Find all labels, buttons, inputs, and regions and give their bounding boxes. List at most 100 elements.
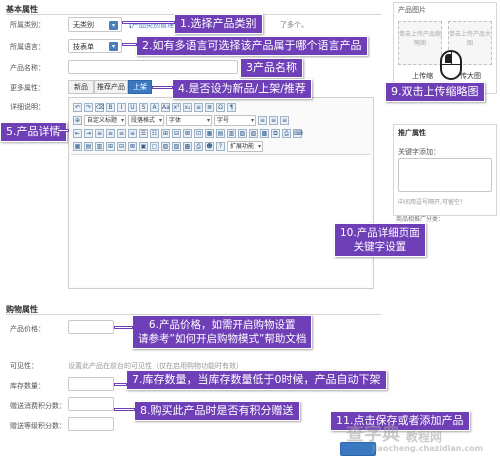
callout-connector: [115, 384, 126, 385]
toolbar-icon[interactable]: ?: [216, 141, 225, 151]
custom-heading-select[interactable]: 自定义标题: [84, 114, 127, 126]
editor-content-area[interactable]: [71, 154, 371, 286]
toolbar-icon[interactable]: ⧉: [271, 128, 280, 138]
paragraph-format-select[interactable]: 段落格式: [128, 114, 165, 126]
toolbar-icon[interactable]: ⎙: [194, 141, 203, 151]
watermark-subtitle: 教程网: [406, 430, 443, 444]
toolbar-icon[interactable]: ☷: [150, 128, 159, 138]
callout-5: 5.产品详情: [0, 122, 67, 142]
toolbar-icon[interactable]: ≡: [106, 128, 115, 138]
toolbar-icon[interactable]: ≡: [117, 128, 126, 138]
callout-6: 6.产品价格，如需开启购物设置 请参考”如何开启购物模式”帮助文档: [132, 315, 313, 349]
language-select-value: 技表单: [73, 43, 94, 51]
toolbar-icon[interactable]: ≣: [205, 102, 214, 112]
more-attrs-label: 更多属性：: [10, 84, 45, 92]
toolbar-icon[interactable]: ≡: [194, 102, 203, 112]
toolbar-icon[interactable]: I: [117, 102, 126, 112]
toolbar-icon[interactable]: ¶: [227, 102, 236, 112]
toolbar-icon[interactable]: ⊟: [117, 141, 126, 151]
exp-points-label: 赠送等级积分数：: [10, 422, 66, 430]
insert-icon[interactable]: ⊕: [73, 115, 82, 125]
toolbar-icon[interactable]: ⇤: [73, 128, 82, 138]
toolbar-icon[interactable]: Aa: [161, 102, 170, 112]
toolbar-icon[interactable]: ▣: [139, 141, 148, 151]
toolbar-icon[interactable]: ⊟: [172, 128, 181, 138]
toolbar-icon[interactable]: ⇥: [84, 128, 93, 138]
toolbar-icon[interactable]: ⊠: [128, 141, 137, 151]
tag-onshelf-button[interactable]: 上架: [128, 80, 152, 94]
align-left-icon[interactable]: ≡: [258, 115, 268, 125]
toolbar-icon[interactable]: ⎙: [282, 128, 291, 138]
rich-text-editor[interactable]: ↶↷⌫BIUSAAax²x₂≡≣Ω¶ ⊕ 自定义标题 段落格式 字体 字号 ≡ …: [68, 97, 374, 289]
toolbar-icon[interactable]: ⊡: [194, 128, 203, 138]
toolbar-icon[interactable]: ⊞: [106, 141, 115, 151]
product-image-panel: 产品图片 单击上传产品缩略图 单击上传产品大图 上传缩 传大图: [393, 2, 497, 94]
keyword-hint: 中间用逗号隔开,可留空！: [398, 199, 466, 206]
detail-label: 详细说明：: [10, 103, 45, 111]
toolbar-icon[interactable]: ⊠: [183, 128, 192, 138]
exp-points-input[interactable]: [68, 417, 114, 431]
callout-connector: [123, 44, 136, 45]
toolbar-icon[interactable]: ▤: [84, 141, 93, 151]
toolbar-icon[interactable]: ▧: [161, 141, 170, 151]
product-name-input[interactable]: [68, 60, 238, 74]
thumbnail-upload-box[interactable]: 单击上传产品缩略图: [398, 21, 442, 65]
category-select-value: 无类别: [73, 21, 94, 29]
keyword-label: 关键字添加：: [398, 148, 440, 156]
chevron-down-icon: ▾: [109, 42, 118, 51]
promotion-title: 推广属性: [398, 129, 426, 137]
category-select[interactable]: 无类别 ▾: [68, 17, 122, 32]
callout-2: 2.如有多语言可选择该产品属于哪个语言产品: [136, 36, 368, 56]
editor-toolbar-row-4: ▦ ▤ ▥ ⊞ ⊟ ⊠ ▣ ▢ ▧ ▨ ▩ ⎙ ☻? 扩展功能: [73, 140, 264, 152]
keyword-textarea[interactable]: [398, 158, 492, 192]
toolbar-icon[interactable]: ⊞: [161, 128, 170, 138]
toolbar-icon[interactable]: ⌨: [293, 128, 303, 138]
stock-label: 库存数量：: [10, 382, 45, 390]
toolbar-icon[interactable]: x²: [172, 102, 181, 112]
align-center-icon[interactable]: ≡: [269, 115, 279, 125]
upload-thumbnail-button[interactable]: 上传缩: [412, 71, 433, 81]
toolbar-icon[interactable]: ☰: [139, 128, 148, 138]
align-right-icon[interactable]: ≡: [280, 115, 290, 125]
toolbar-icon[interactable]: ☻: [205, 141, 214, 151]
toolbar-icon[interactable]: x₂: [183, 102, 192, 112]
toolbar-icon[interactable]: ▥: [227, 128, 236, 138]
toolbar-icon[interactable]: ▩: [183, 141, 192, 151]
tag-recommend-button[interactable]: 推荐产品: [94, 80, 128, 94]
toolbar-icon[interactable]: B: [106, 102, 115, 112]
language-select[interactable]: 技表单 ▾: [68, 39, 122, 53]
callout-3: 3产品名称: [240, 58, 303, 78]
extensions-select[interactable]: 扩展功能: [227, 140, 264, 152]
toolbar-icon[interactable]: U: [128, 102, 137, 112]
toolbar-icon[interactable]: ▥: [95, 141, 104, 151]
product-name-label: 产品名称：: [10, 64, 45, 72]
font-size-select[interactable]: 字号: [214, 114, 257, 126]
callout-connector: [123, 22, 174, 23]
toolbar-icon[interactable]: ⌫: [95, 102, 104, 112]
toolbar-icon[interactable]: ▧: [238, 128, 247, 138]
font-family-select[interactable]: 字体: [166, 114, 213, 126]
toolbar-icon[interactable]: ≡: [95, 128, 104, 138]
upload-large-button[interactable]: 传大图: [460, 71, 481, 81]
callout-connector: [115, 327, 132, 328]
stock-input[interactable]: [68, 377, 114, 391]
price-input[interactable]: [68, 320, 114, 334]
toolbar-icon[interactable]: ▨: [249, 128, 258, 138]
tag-new-button[interactable]: 新品: [68, 80, 94, 94]
callout-4: 4.是否设为新品/上架/推荐: [172, 79, 312, 99]
toolbar-icon[interactable]: ▦: [205, 128, 214, 138]
toolbar-icon[interactable]: Ω: [216, 102, 225, 112]
toolbar-icon[interactable]: ▦: [73, 141, 82, 151]
toolbar-icon[interactable]: S: [139, 102, 148, 112]
points-input[interactable]: [68, 397, 114, 411]
toolbar-icon[interactable]: ▨: [172, 141, 181, 151]
toolbar-icon[interactable]: ≡: [128, 128, 137, 138]
toolbar-icon[interactable]: ▩: [260, 128, 269, 138]
toolbar-icon[interactable]: ▢: [150, 141, 159, 151]
toolbar-icon[interactable]: ↷: [84, 102, 93, 112]
mouse-icon: [440, 50, 462, 80]
toolbar-icon[interactable]: ↶: [73, 102, 82, 112]
toolbar-icon[interactable]: A: [150, 102, 159, 112]
toolbar-icon[interactable]: ▤: [216, 128, 225, 138]
editor-toolbar-row-3: ⇤ ⇥ ≡ ≡ ≡ ≡ ☰ ☷ ⊞ ⊟ ⊠ ⊡ ▦ ▤ ▥ ▧ ▨ ▩ ⧉ ⎙ ⌨: [73, 127, 303, 139]
